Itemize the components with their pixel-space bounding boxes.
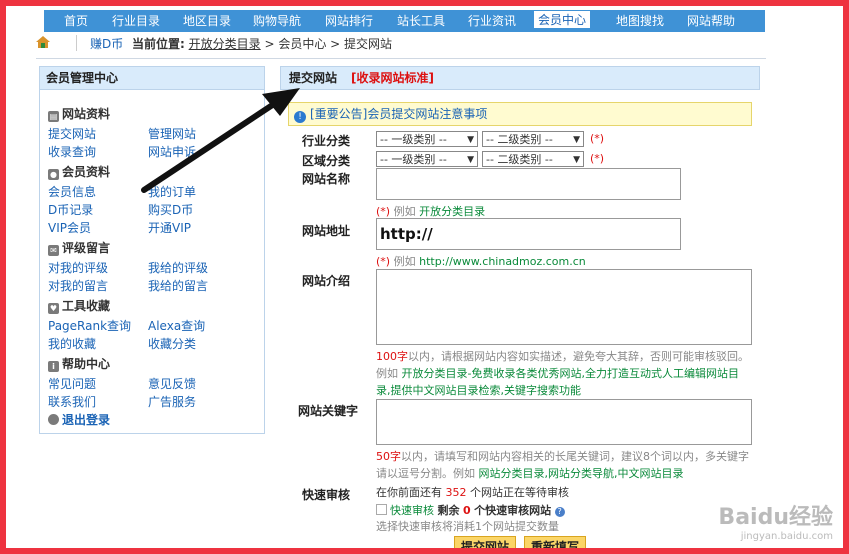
breadcrumb-bar: 赚D币 当前位置: 开放分类目录 > 会员中心 > 提交网站 <box>36 30 766 59</box>
chevron-down-icon: ▼ <box>573 135 580 145</box>
sidebar-item-pagerank[interactable]: PageRank查询 <box>48 317 131 334</box>
standard-link[interactable]: [收录网站标准] <box>351 71 434 85</box>
earn-coin-link[interactable]: 赚D币 <box>90 35 123 52</box>
site-name-input[interactable] <box>376 168 681 200</box>
power-icon <box>48 414 59 425</box>
section-help: i 帮助中心 <box>48 355 110 372</box>
submit-site-button[interactable]: 提交网站 <box>454 536 517 548</box>
nav-home[interactable]: 首页 <box>64 12 88 29</box>
divider <box>76 35 77 51</box>
chevron-down-icon: ▼ <box>467 155 474 165</box>
keywords-textarea[interactable] <box>376 399 752 445</box>
section-member-info: ● 会员资料 <box>48 165 111 180</box>
nav-shopping[interactable]: 购物导航 <box>253 12 301 29</box>
help-icon[interactable]: ? <box>554 507 565 517</box>
sidebar-item-open-vip[interactable]: 开通VIP <box>148 219 191 236</box>
breadcrumb: 当前位置: 开放分类目录 > 会员中心 > 提交网站 <box>132 35 392 52</box>
reset-form-button[interactable]: 重新填写 <box>524 536 587 548</box>
mail-icon: ✉ <box>48 245 59 256</box>
heart-icon: ♥ <box>48 303 59 314</box>
panel-header: 提交网站 [收录网站标准] <box>280 66 760 90</box>
site-url-hint: (*) 例如 http://www.chinadmoz.com.cn <box>376 255 586 268</box>
fast-review-note: 选择快速审核将消耗1个网站提交数量 <box>376 520 559 533</box>
site-intro-label: 网站介绍 <box>302 274 351 288</box>
nav-ranking[interactable]: 网站排行 <box>325 12 373 29</box>
sidebar-item-vip[interactable]: VIP会员 <box>48 219 91 236</box>
fast-review-label: 快速审核 <box>302 488 351 502</box>
required-mark: (*) <box>590 152 605 165</box>
region-secondary-select[interactable]: -- 二级类别 -- ▼ <box>482 151 584 167</box>
site-intro-description: 100字以内，请根据网站内容如实描述，避免夸大其辞，否则可能审核驳回。例如 开放… <box>376 350 749 397</box>
chevron-down-icon: ▼ <box>573 155 580 165</box>
industry-secondary-select[interactable]: -- 二级类别 -- ▼ <box>482 131 584 147</box>
site-name-hint: (*) 例如 开放分类目录 <box>376 205 486 218</box>
sidebar-item-messages-to-me[interactable]: 对我的留言 <box>48 277 108 294</box>
sidebar-item-alexa[interactable]: Alexa查询 <box>148 317 205 334</box>
notice-bar[interactable]: ! [重要公告]会员提交网站注意事项 <box>288 102 752 126</box>
site-url-label: 网站地址 <box>302 224 351 238</box>
site-url-input[interactable]: http:// <box>376 218 681 250</box>
nav-industry[interactable]: 行业目录 <box>112 12 160 29</box>
sidebar-item-favorites[interactable]: 我的收藏 <box>48 335 96 352</box>
sidebar-item-ratings-to-me[interactable]: 对我的评级 <box>48 259 108 276</box>
site-intro-textarea[interactable] <box>376 269 752 345</box>
sidebar-item-feedback[interactable]: 意见反馈 <box>148 375 196 392</box>
screenshot-frame: 首页 行业目录 地区目录 购物导航 网站排行 站长工具 行业资讯 会员中心 地图… <box>0 0 849 554</box>
breadcrumb-label: 当前位置: <box>132 37 185 51</box>
breadcrumb-rest: > 会员中心 > 提交网站 <box>260 37 393 51</box>
section-tools: ♥ 工具收藏 <box>48 299 111 314</box>
section-site-info: ▤ 网站资料 <box>48 107 111 122</box>
chevron-down-icon: ▼ <box>467 135 474 145</box>
home-icon[interactable] <box>36 36 50 48</box>
sidebar-item-my-messages[interactable]: 我给的留言 <box>148 277 208 294</box>
sidebar-item-index-query[interactable]: 收录查询 <box>48 143 96 160</box>
fast-review-option: 快速审核 剩余 0 个快速审核网站 ? <box>376 502 752 519</box>
submit-site-panel: 提交网站 [收录网站标准] ! [重要公告]会员提交网站注意事项 行业分类 -- 一… <box>280 66 760 548</box>
sidebar-item-member-info[interactable]: 会员信息 <box>48 183 96 200</box>
logout-link[interactable]: 退出登录 <box>48 411 110 428</box>
sidebar-item-coin-record[interactable]: D币记录 <box>48 201 93 218</box>
sidebar-item-buy-coin[interactable]: 购买D币 <box>148 201 193 218</box>
region-primary-select[interactable]: -- 一级类别 -- ▼ <box>376 151 478 167</box>
sidebar-item-my-ratings[interactable]: 我给的评级 <box>148 259 208 276</box>
top-navigation: 首页 行业目录 地区目录 购物导航 网站排行 站长工具 行业资讯 会员中心 地图… <box>44 10 765 32</box>
sidebar-item-submit-site[interactable]: 提交网站 <box>48 125 96 142</box>
sidebar-item-ads[interactable]: 广告服务 <box>148 393 196 410</box>
panel-title: 提交网站 <box>289 71 338 85</box>
queue-status: 在你前面还有 352 个网站正在等待审核 <box>376 486 569 499</box>
section-ratings: ✉ 评级留言 <box>48 239 110 256</box>
document-icon: ▤ <box>48 111 59 122</box>
nav-map[interactable]: 地图搜找 <box>616 12 664 29</box>
pointer-arrow <box>141 88 300 193</box>
nav-region[interactable]: 地区目录 <box>183 12 231 29</box>
fast-review-checkbox[interactable] <box>376 504 387 515</box>
breadcrumb-link-directory[interactable]: 开放分类目录 <box>189 37 261 51</box>
nav-tools[interactable]: 站长工具 <box>397 12 445 29</box>
keywords-label: 网站关键字 <box>298 404 359 418</box>
sidebar-item-faq[interactable]: 常见问题 <box>48 375 96 392</box>
nav-help[interactable]: 网站帮助 <box>687 12 735 29</box>
watermark: Baidu经验 jingyan.baidu.com <box>718 505 833 542</box>
industry-primary-select[interactable]: -- 一级类别 -- ▼ <box>376 131 478 147</box>
nav-news[interactable]: 行业资讯 <box>468 12 516 29</box>
keywords-description: 50字以内，请填写和网站内容相关的长尾关键词，建议8个词以内，多关键字请以逗号分… <box>376 450 749 480</box>
sidebar-item-favorite-categories[interactable]: 收藏分类 <box>148 335 196 352</box>
notice-text: [重要公告]会员提交网站注意事项 <box>310 107 488 121</box>
info-icon: i <box>48 361 59 372</box>
nav-member-center[interactable]: 会员中心 <box>534 11 591 28</box>
required-mark: (*) <box>590 132 605 145</box>
sidebar-item-contact[interactable]: 联系我们 <box>48 393 96 410</box>
user-icon: ● <box>48 169 59 180</box>
